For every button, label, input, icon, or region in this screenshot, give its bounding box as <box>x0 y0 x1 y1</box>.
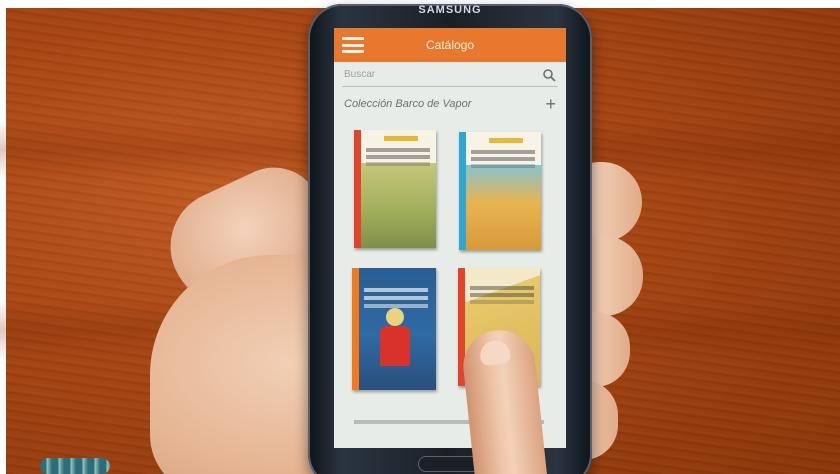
bracelet <box>40 458 110 474</box>
illustration-head <box>386 308 404 326</box>
menu-icon[interactable] <box>342 37 364 53</box>
book-title-blur <box>471 150 535 154</box>
publisher-logo <box>384 136 418 141</box>
search-icon[interactable] <box>542 68 556 82</box>
search-placeholder: Buscar <box>344 69 376 80</box>
smartphone: SAMSUNG Catálogo Buscar Colección Barco … <box>308 4 592 474</box>
publisher-logo <box>489 138 523 143</box>
fingernail <box>478 339 512 367</box>
book-spine <box>352 268 359 390</box>
illustration-figure <box>380 326 410 366</box>
app-bar: Catálogo <box>334 28 566 62</box>
book-title-blur <box>364 288 428 292</box>
book-cover[interactable] <box>352 268 436 390</box>
collection-title: Colección Barco de Vapor <box>344 98 472 110</box>
book-cover[interactable] <box>459 132 541 250</box>
app-title: Catálogo <box>425 38 475 52</box>
book-cover[interactable] <box>354 130 436 248</box>
book-title-blur <box>366 148 430 152</box>
phone-brand: SAMSUNG <box>418 4 482 16</box>
add-icon[interactable]: + <box>545 94 556 115</box>
book-spine <box>354 130 361 248</box>
photo-scene: SAMSUNG Catálogo Buscar Colección Barco … <box>0 0 840 474</box>
search-input[interactable]: Buscar <box>342 66 558 87</box>
book-title-blur <box>470 286 534 290</box>
book-spine <box>459 132 466 250</box>
image-border-left <box>0 0 6 474</box>
